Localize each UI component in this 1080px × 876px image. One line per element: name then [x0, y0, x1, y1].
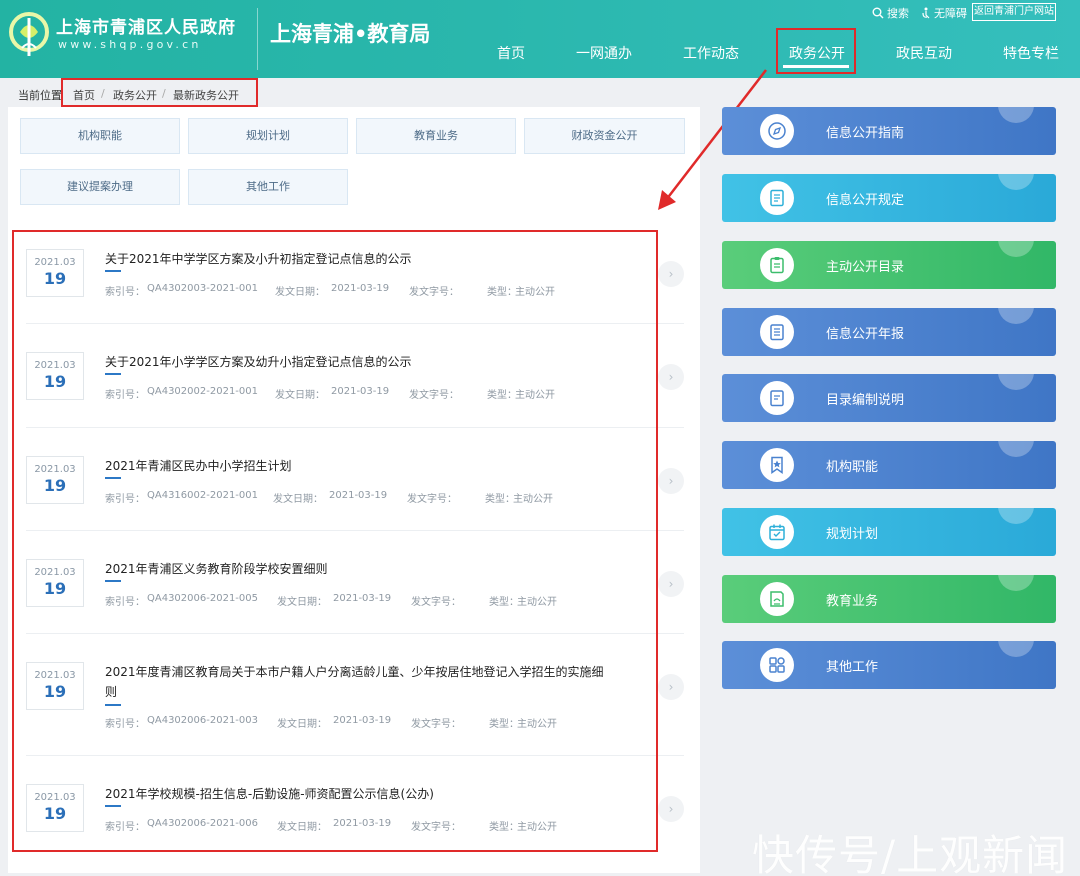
- category-other[interactable]: 其他工作: [188, 169, 348, 205]
- decorative-circle: [998, 374, 1034, 390]
- category-education[interactable]: 教育业务: [356, 118, 516, 154]
- annotation-box-nav: [776, 28, 856, 74]
- decorative-circle: [998, 508, 1034, 524]
- sidebar-label: 规划计划: [826, 527, 879, 542]
- decorative-circle: [998, 441, 1034, 457]
- document-icon: [760, 181, 794, 215]
- sidebar-planning[interactable]: 规划计划: [722, 508, 1056, 556]
- decorative-circle: [998, 641, 1034, 657]
- qingpu-logo-icon[interactable]: [8, 10, 50, 60]
- chevron-right-icon[interactable]: ›: [658, 571, 684, 597]
- sidebar-org-functions[interactable]: 机构职能: [722, 441, 1056, 489]
- clipboard-icon: [760, 248, 794, 282]
- watermark-text: 快传号/上观新闻: [752, 831, 1069, 876]
- sidebar-label: 机构职能: [826, 460, 879, 475]
- nav-home[interactable]: 首页: [497, 43, 525, 63]
- chevron-right-icon[interactable]: ›: [658, 796, 684, 822]
- notes-icon: [760, 381, 794, 415]
- site-title[interactable]: 上海青浦•教育局: [270, 18, 430, 48]
- sidebar-info-guide[interactable]: 信息公开指南: [722, 107, 1056, 155]
- accessibility-icon: [922, 7, 930, 19]
- return-portal-button[interactable]: 返回青浦门户网站: [972, 3, 1056, 21]
- sidebar-education[interactable]: 教育业务: [722, 575, 1056, 623]
- report-icon: [760, 315, 794, 349]
- grid-icon: [760, 648, 794, 682]
- decorative-circle: [998, 241, 1034, 257]
- nav-interaction[interactable]: 政民互动: [896, 43, 952, 63]
- sidebar-active-catalog[interactable]: 主动公开目录: [722, 241, 1056, 289]
- chevron-right-icon[interactable]: ›: [658, 674, 684, 700]
- sidebar-other-work[interactable]: 其他工作: [722, 641, 1056, 689]
- accessibility-link[interactable]: 无障碍: [921, 5, 967, 21]
- sidebar-label: 信息公开指南: [826, 126, 905, 141]
- chevron-right-icon[interactable]: ›: [658, 364, 684, 390]
- star-badge-icon: [760, 448, 794, 482]
- search-label: 搜索: [887, 7, 909, 20]
- breadcrumb-label: 当前位置: [18, 89, 62, 102]
- accessibility-label: 无障碍: [934, 7, 967, 20]
- category-proposals[interactable]: 建议提案办理: [20, 169, 180, 205]
- search-link[interactable]: 搜索: [872, 5, 909, 21]
- logo-url: www.shqp.gov.cn: [58, 38, 202, 51]
- sidebar-annual-report[interactable]: 信息公开年报: [722, 308, 1056, 356]
- sidebar-label: 信息公开规定: [826, 193, 905, 208]
- category-org-functions[interactable]: 机构职能: [20, 118, 180, 154]
- decorative-circle: [998, 174, 1034, 190]
- sidebar-label: 其他工作: [826, 660, 879, 675]
- sidebar-label: 主动公开目录: [826, 260, 905, 275]
- nav-work-news[interactable]: 工作动态: [683, 43, 739, 63]
- decorative-circle: [998, 308, 1034, 324]
- annotation-box-breadcrumb: [61, 78, 258, 107]
- category-planning[interactable]: 规划计划: [188, 118, 348, 154]
- chevron-right-icon[interactable]: ›: [658, 261, 684, 287]
- sidebar-info-rules[interactable]: 信息公开规定: [722, 174, 1056, 222]
- nav-one-stop[interactable]: 一网通办: [576, 43, 632, 63]
- site-header: 上海市青浦区人民政府 www.shqp.gov.cn 上海青浦•教育局 搜索 无…: [0, 0, 1080, 78]
- logo-divider: [257, 8, 258, 70]
- compass-icon: [760, 114, 794, 148]
- decorative-circle: [998, 107, 1034, 123]
- nav-special[interactable]: 特色专栏: [1003, 43, 1059, 63]
- chevron-right-icon[interactable]: ›: [658, 468, 684, 494]
- sidebar-label: 目录编制说明: [826, 393, 905, 408]
- sidebar-catalog-notes[interactable]: 目录编制说明: [722, 374, 1056, 422]
- sidebar-label: 信息公开年报: [826, 327, 905, 342]
- sidebar-label: 教育业务: [826, 594, 879, 609]
- decorative-circle: [998, 575, 1034, 591]
- book-icon: [760, 582, 794, 616]
- search-icon: [872, 7, 884, 19]
- logo-gov-name[interactable]: 上海市青浦区人民政府: [56, 13, 236, 38]
- annotation-box-list: [12, 230, 658, 852]
- calendar-icon: [760, 515, 794, 549]
